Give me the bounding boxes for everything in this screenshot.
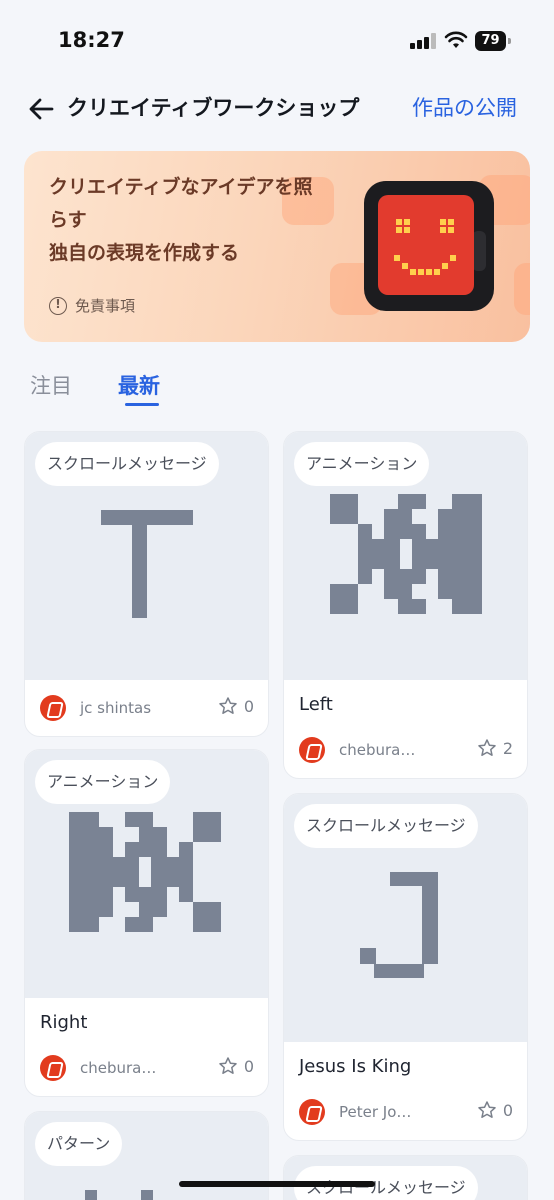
pixel-display-device-image: [364, 181, 494, 311]
author-avatar: [40, 1055, 66, 1081]
page-title: クリエイティブワークショップ: [67, 96, 360, 120]
banner-headline: クリエイティブなアイデアを照 らす 独自の表現を作成する: [49, 176, 313, 264]
author[interactable]: Peter Jo…: [299, 1099, 411, 1125]
favorite-button[interactable]: 0: [218, 696, 254, 716]
work-title: Jesus Is King: [299, 1056, 412, 1077]
cellular-signal-icon: [410, 33, 436, 49]
work-title: Right: [40, 1012, 88, 1033]
pixel-arrows-left-icon: [330, 494, 482, 614]
tab-bar: 注目 最新: [0, 366, 554, 410]
battery-level: 79: [475, 31, 506, 51]
disclaimer-link[interactable]: 免責事項: [49, 295, 135, 316]
favorite-button[interactable]: 0: [477, 1100, 513, 1120]
decor-tile: [514, 263, 530, 315]
home-indicator[interactable]: [179, 1181, 375, 1187]
work-title: Left: [299, 694, 333, 715]
work-card[interactable]: スクロールメッセージ: [283, 1155, 528, 1200]
category-tag: スクロールメッセージ: [35, 442, 219, 486]
info-icon: [49, 296, 67, 315]
pixel-letter-j-icon: [360, 872, 438, 978]
author[interactable]: chebura…: [299, 737, 415, 763]
author-avatar: [40, 695, 66, 721]
favorite-button[interactable]: 0: [218, 1056, 254, 1076]
star-icon: [478, 739, 496, 756]
category-tag: アニメーション: [294, 442, 430, 486]
category-tag: スクロールメッセージ: [294, 804, 478, 848]
work-card[interactable]: アニメーション Right chebura… 0: [24, 749, 269, 1097]
back-arrow-icon[interactable]: [26, 94, 56, 124]
favorite-button[interactable]: 2: [477, 738, 513, 758]
star-icon: [478, 1101, 496, 1118]
pixel-arrows-right-icon: [69, 812, 221, 932]
work-card[interactable]: スクロールメッセージ Jesus Is King Peter Jo… 0: [283, 793, 528, 1141]
battery-icon: 79: [475, 31, 511, 51]
promo-banner[interactable]: クリエイティブなアイデアを照 らす 独自の表現を作成する 免責事項: [24, 151, 530, 342]
pixel-letter-t-icon: [101, 510, 193, 618]
author[interactable]: jc shintas: [40, 695, 151, 721]
author-avatar: [299, 737, 325, 763]
star-icon: [219, 697, 237, 714]
tab-latest[interactable]: 最新: [118, 370, 160, 400]
author-avatar: [299, 1099, 325, 1125]
author[interactable]: chebura…: [40, 1055, 156, 1081]
status-time: 18:27: [58, 28, 125, 52]
tab-featured[interactable]: 注目: [30, 370, 72, 400]
star-icon: [219, 1057, 237, 1074]
work-card[interactable]: アニメーション Left chebura… 2: [283, 431, 528, 779]
pixel-pattern-icon: [85, 1190, 153, 1200]
category-tag: アニメーション: [35, 760, 171, 804]
navigation-bar: クリエイティブワークショップ 作品の公開: [0, 84, 554, 132]
wifi-icon: [444, 31, 468, 48]
work-card[interactable]: スクロールメッセージ jc shintas 0: [24, 431, 269, 737]
publish-work-button[interactable]: 作品の公開: [412, 92, 517, 122]
category-tag: パターン: [35, 1122, 123, 1166]
active-tab-indicator: [125, 403, 159, 406]
status-bar: 18:27 79: [0, 0, 554, 84]
